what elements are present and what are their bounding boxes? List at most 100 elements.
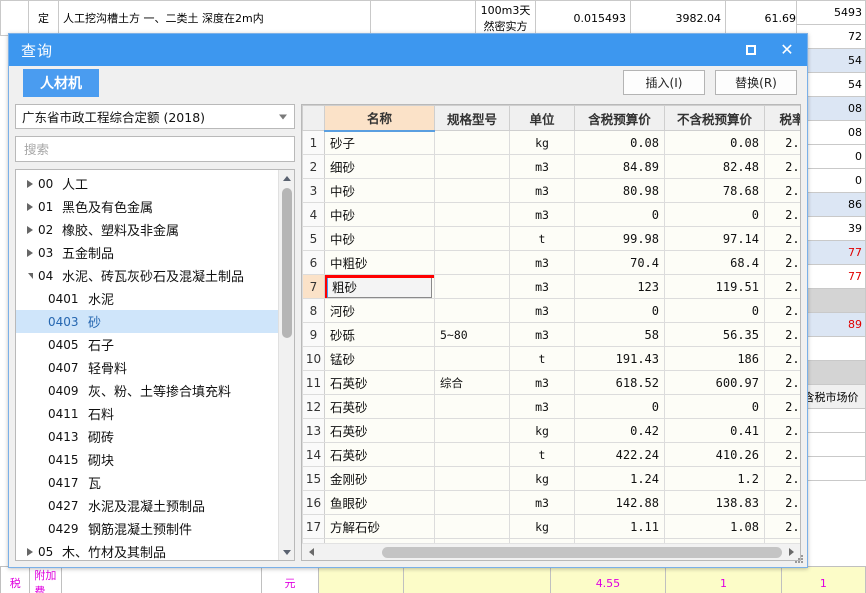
tree-item-02[interactable]: 02 橡胶、塑料及非金属 [16,218,278,241]
cell-tax-rate[interactable]: 2.92 [764,274,800,299]
chevron-right-icon[interactable] [22,202,38,211]
cell-tax-rate[interactable]: 2.92 [764,226,800,251]
table-row[interactable]: 5中砂 t99.9897.142.92 [302,226,800,251]
cell-spec[interactable] [434,226,510,251]
cell-tax-rate[interactable]: 2.92 [764,514,800,539]
cell-taxed-price[interactable]: 0 [574,298,665,323]
table-row[interactable]: 17方解石砂 kg1.111.082.92 [302,514,800,539]
insert-button[interactable]: 插入(I) [623,70,705,95]
cell-spec[interactable] [434,346,510,371]
cell-unit[interactable]: kg [509,130,575,155]
tree-item-0429[interactable]: 0429 钢筋混凝土预制件 [16,517,278,540]
cell-spec[interactable] [434,130,510,155]
cell-untaxed-price[interactable]: 600.97 [664,370,765,395]
cell-tax-rate[interactable]: 2.92 [764,346,800,371]
cell-unit[interactable]: m3 [509,274,575,299]
cell-tax-rate[interactable]: 2.92 [764,394,800,419]
cell-unit[interactable]: m3 [509,370,575,395]
cell-name[interactable]: 锰砂 [324,346,435,371]
table-row[interactable]: 14石英砂 t422.24410.262.92 [302,442,800,467]
column-header-0[interactable]: 名称 [324,105,435,132]
tree-item-05[interactable]: 05 木、竹材及其制品 [16,540,278,560]
chevron-right-icon[interactable] [22,547,38,556]
replace-button[interactable]: 替换(R) [715,70,797,95]
cell-unit[interactable]: m3 [509,178,575,203]
column-header-2[interactable]: 单位 [509,105,575,131]
table-row[interactable]: 6中粗砂 m370.468.42.92 [302,250,800,275]
table-scrollbar-thumb[interactable] [382,547,782,558]
cell-unit[interactable]: m3 [509,298,575,323]
tab-rencaiji[interactable]: 人材机 [23,69,99,97]
cell-name[interactable]: 石英砂 [324,394,435,419]
table-row[interactable]: 3中砂 m380.9878.682.92 [302,178,800,203]
cell-spec[interactable] [434,442,510,467]
cell-spec[interactable]: 5~80 [434,322,510,347]
library-select[interactable]: 广东省市政工程综合定额 (2018) [15,104,295,129]
cell-name[interactable]: 石英砂 [324,370,435,395]
tree-item-03[interactable]: 03 五金制品 [16,241,278,264]
chevron-right-icon[interactable] [22,225,38,234]
cell-tax-rate[interactable]: 2.92 [764,490,800,515]
chevron-right-icon[interactable] [22,179,38,188]
column-header-5[interactable]: 税率 [764,105,800,131]
column-header-1[interactable]: 规格型号 [434,105,510,131]
cell-unit[interactable]: m3 [509,394,575,419]
cell-name[interactable]: 石英砂 [324,442,435,467]
cell-untaxed-price[interactable]: 0 [664,298,765,323]
cell-spec[interactable] [434,514,510,539]
close-icon[interactable]: ✕ [773,37,801,63]
maximize-icon[interactable] [737,37,765,63]
cell-tax-rate[interactable]: 2.92 [764,178,800,203]
cell-spec[interactable] [434,394,510,419]
cell-untaxed-price[interactable]: 0 [664,394,765,419]
table-horizontal-scrollbar[interactable] [302,543,800,560]
cell-spec[interactable] [434,490,510,515]
cell-name[interactable]: 鱼眼砂 [324,490,435,515]
tree-item-0401[interactable]: 0401 水泥 [16,287,278,310]
chevron-right-icon[interactable] [22,248,38,257]
cell-tax-rate[interactable]: 2.92 [764,202,800,227]
table-row[interactable]: 4中砂m3002.92 [302,202,800,227]
cell-spec[interactable] [434,466,510,491]
cell-tax-rate[interactable]: 2.92 [764,418,800,443]
tree-item-0407[interactable]: 0407 轻骨料 [16,356,278,379]
tree-item-0417[interactable]: 0417 瓦 [16,471,278,494]
dialog-titlebar[interactable]: 查询 ✕ [9,34,807,66]
cell-untaxed-price[interactable]: 119.51 [664,274,765,299]
cell-taxed-price[interactable]: 0.08 [574,130,665,155]
cell-unit[interactable]: kg [509,514,575,539]
scroll-down-icon[interactable] [279,544,294,560]
cell-name[interactable]: 细砂 [324,154,435,179]
table-row[interactable]: 2细砂 m384.8982.482.92 [302,154,800,179]
tree-item-0415[interactable]: 0415 砌块 [16,448,278,471]
cell-spec[interactable] [434,154,510,179]
cell-untaxed-price[interactable]: 1.2 [664,466,765,491]
cell-taxed-price[interactable]: 422.24 [574,442,665,467]
tree-item-01[interactable]: 01 黑色及有色金属 [16,195,278,218]
tree-item-0405[interactable]: 0405 石子 [16,333,278,356]
cell-unit[interactable]: m3 [509,490,575,515]
cell-taxed-price[interactable]: 0 [574,202,665,227]
cell-untaxed-price[interactable]: 97.14 [664,226,765,251]
cell-untaxed-price[interactable]: 82.48 [664,154,765,179]
cell-unit[interactable]: kg [509,418,575,443]
cell-tax-rate[interactable]: 2.92 [764,466,800,491]
cell-tax-rate[interactable]: 2.92 [764,322,800,347]
dialog-resize-handle[interactable] [795,555,805,565]
cell-untaxed-price[interactable]: 186 [664,346,765,371]
cell-name[interactable]: 方解石砂 [324,514,435,539]
cell-tax-rate[interactable]: 2.92 [764,298,800,323]
tree-vertical-scrollbar[interactable] [278,170,294,560]
cell-unit[interactable]: m3 [509,154,575,179]
cell-spec[interactable] [434,202,510,227]
cell-taxed-price[interactable]: 0 [574,394,665,419]
cell-name[interactable]: 粗砂 [324,274,435,299]
cell-tax-rate[interactable]: 2.92 [764,442,800,467]
cell-untaxed-price[interactable]: 1.08 [664,514,765,539]
cell-unit[interactable]: m3 [509,250,575,275]
cell-name[interactable]: 砂砾 [324,322,435,347]
cell-taxed-price[interactable]: 123 [574,274,665,299]
column-header-3[interactable]: 含税预算价 [574,105,665,131]
search-input[interactable] [22,140,288,158]
cell-name[interactable]: 砂子 [324,130,435,155]
